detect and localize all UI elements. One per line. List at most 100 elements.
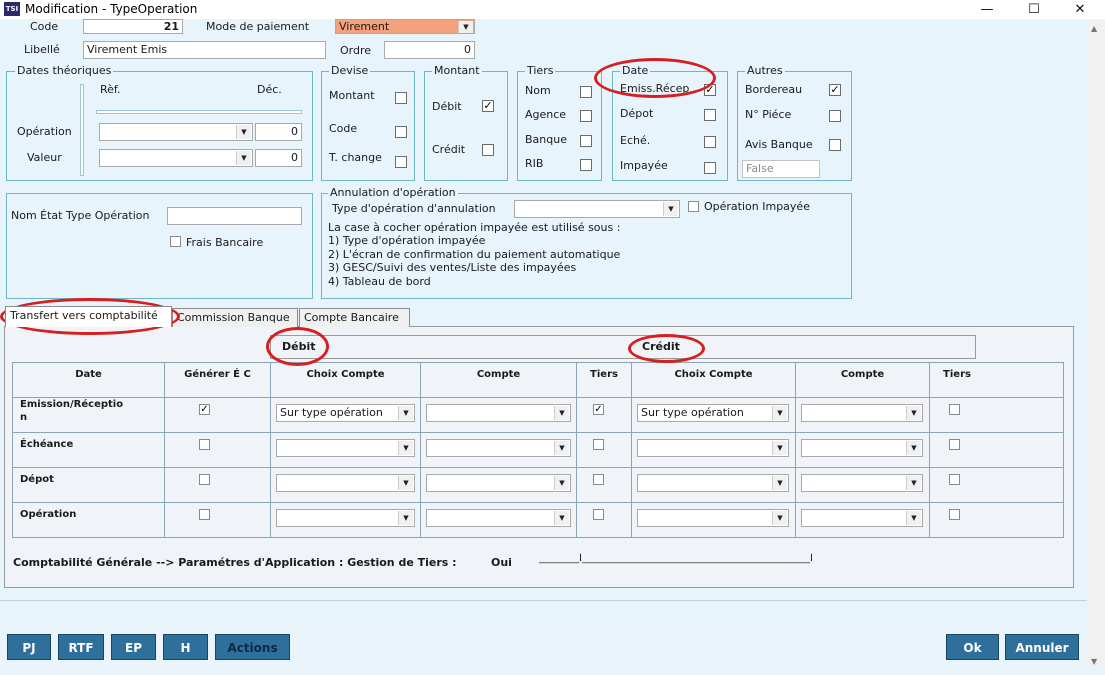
annulation-line-2: 2) L'écran de confirmation du paiement a… — [328, 248, 621, 261]
operation-dec-field[interactable]: 0 — [255, 123, 302, 141]
tab-compte-bancaire[interactable]: Compte Bancaire — [299, 308, 410, 327]
autres-bordereau-checkbox[interactable]: ✓ — [829, 84, 841, 96]
annuler-button[interactable]: Annuler — [1005, 634, 1079, 660]
row-operation-debit-choix-select[interactable]: ▼ — [276, 509, 415, 527]
tiers-agence-checkbox[interactable] — [580, 110, 592, 122]
col-header-debit-tiers: Tiers — [590, 369, 618, 380]
libelle-label: Libellé — [24, 43, 60, 56]
grid-col-line — [929, 362, 930, 538]
scroll-down-icon[interactable]: ▼ — [1091, 657, 1097, 666]
close-button[interactable]: ✕ — [1058, 0, 1102, 19]
chevron-down-icon: ▼ — [554, 511, 569, 525]
vertical-scrollbar[interactable] — [1087, 19, 1105, 667]
date-impayee-checkbox[interactable] — [704, 162, 716, 174]
ok-button[interactable]: Ok — [946, 634, 999, 660]
row-depot-credit-compte-select[interactable]: ▼ — [801, 474, 923, 492]
h-button[interactable]: H — [163, 634, 208, 660]
type-annulation-select[interactable]: ▼ — [514, 200, 680, 218]
row-depot-debit-choix-select[interactable]: ▼ — [276, 474, 415, 492]
date-eche-checkbox[interactable] — [704, 136, 716, 148]
annotation-ring — [266, 327, 329, 366]
chevron-down-icon: ▼ — [554, 476, 569, 490]
row-emission-credit-tiers-checkbox[interactable] — [949, 404, 960, 415]
tiers-rib-checkbox[interactable] — [580, 159, 592, 171]
row-operation-debit-compte-select[interactable]: ▼ — [426, 509, 571, 527]
row-depot-credit-tiers-checkbox[interactable] — [949, 474, 960, 485]
row-operation-credit-compte-select[interactable]: ▼ — [801, 509, 923, 527]
row-echeance-credit-compte-select[interactable]: ▼ — [801, 439, 923, 457]
rtf-button[interactable]: RTF — [58, 634, 104, 660]
tab-transfert-comptabilite[interactable]: Transfert vers comptabilité — [5, 306, 172, 327]
valeur-dec-field[interactable]: 0 — [255, 149, 302, 167]
row-depot-debit-tiers-checkbox[interactable] — [593, 474, 604, 485]
row-emission-debit-tiers-checkbox[interactable]: ✓ — [593, 404, 604, 415]
tab-commission-banque[interactable]: Commission Banque — [172, 308, 298, 327]
actions-button[interactable]: Actions — [215, 634, 290, 660]
row-echeance-debit-choix-select[interactable]: ▼ — [276, 439, 415, 457]
row-echeance-debit-tiers-checkbox[interactable] — [593, 439, 604, 450]
row-emission-debit-compte-select[interactable]: ▼ — [426, 404, 571, 422]
annulation-line-3: 3) GESC/Suivi des ventes/Liste des impay… — [328, 261, 577, 274]
date-depot-checkbox[interactable] — [704, 109, 716, 121]
code-label: Code — [30, 20, 59, 33]
mode-paiement-select[interactable]: Virement ▼ — [335, 19, 475, 34]
autres-npiece-checkbox[interactable] — [829, 110, 841, 122]
col-header-debit-compte: Compte — [476, 369, 521, 380]
chevron-down-icon: ▼ — [398, 406, 413, 420]
grid-col-line — [270, 362, 271, 538]
row-echeance-debit-compte-select[interactable]: ▼ — [426, 439, 571, 457]
tiers-banque-checkbox[interactable] — [580, 135, 592, 147]
gestion-tiers-line-right: ________________________________________… — [605, 553, 813, 564]
libelle-field[interactable]: Virement Emis — [83, 41, 326, 59]
row-depot-debit-compte-select[interactable]: ▼ — [426, 474, 571, 492]
nom-etat-field[interactable] — [167, 207, 302, 225]
ordre-field[interactable]: 0 — [384, 41, 475, 59]
devise-tchange-checkbox[interactable] — [395, 156, 407, 168]
tiers-agence-label: Agence — [525, 108, 567, 121]
montant-credit-checkbox[interactable] — [482, 144, 494, 156]
row-depot-credit-choix-select[interactable]: ▼ — [637, 474, 789, 492]
montant-debit-label: Débit — [432, 100, 462, 113]
scroll-up-icon[interactable]: ▲ — [1091, 24, 1097, 33]
row-depot-generer-checkbox[interactable] — [199, 474, 210, 485]
row-echeance-generer-checkbox[interactable] — [199, 439, 210, 450]
ep-button[interactable]: EP — [111, 634, 156, 660]
chevron-down-icon: ▼ — [663, 202, 678, 216]
row-emission-credit-compte-select[interactable]: ▼ — [801, 404, 923, 422]
row-operation-credit-tiers-checkbox[interactable] — [949, 509, 960, 520]
row-emission-credit-choix-select[interactable]: Sur type opération ▼ — [637, 404, 789, 422]
grid-row-line — [12, 502, 1064, 503]
row-operation-debit-tiers-checkbox[interactable] — [593, 509, 604, 520]
grid-col-line — [164, 362, 165, 538]
row-operation-credit-choix-select[interactable]: ▼ — [637, 509, 789, 527]
tiers-title: Tiers — [525, 64, 556, 77]
row-operation-generer-checkbox[interactable] — [199, 509, 210, 520]
operation-impayee-checkbox[interactable] — [688, 201, 699, 212]
operation-ref-select[interactable]: ▼ — [99, 123, 253, 141]
pj-button[interactable]: PJ — [7, 634, 51, 660]
montant-debit-checkbox[interactable]: ✓ — [482, 100, 494, 112]
minimize-button[interactable]: — — [965, 0, 1009, 19]
row-echeance-credit-tiers-checkbox[interactable] — [949, 439, 960, 450]
devise-montant-checkbox[interactable] — [395, 92, 407, 104]
autres-avis-checkbox[interactable] — [829, 139, 841, 151]
chevron-down-icon: ▼ — [906, 441, 921, 455]
montant-title: Montant — [432, 64, 482, 77]
debit-credit-header — [270, 335, 976, 359]
tiers-nom-checkbox[interactable] — [580, 86, 592, 98]
devise-code-checkbox[interactable] — [395, 126, 407, 138]
grid-row-line — [12, 397, 1064, 398]
tiers-banque-label: Banque — [525, 133, 567, 146]
grid-col-line — [795, 362, 796, 538]
row-emission-generer-checkbox[interactable]: ✓ — [199, 404, 210, 415]
valeur-ref-select[interactable]: ▼ — [99, 149, 253, 167]
row-echeance-credit-choix-select[interactable]: ▼ — [637, 439, 789, 457]
row-emission-debit-choix-select[interactable]: Sur type opération ▼ — [276, 404, 415, 422]
gestion-tiers-value: Oui — [491, 556, 512, 569]
maximize-button[interactable]: ☐ — [1012, 0, 1056, 19]
code-field[interactable]: 21 — [83, 19, 183, 34]
annulation-title: Annulation d'opération — [328, 186, 458, 199]
annulation-line-1: 1) Type d'opération impayée — [328, 234, 486, 247]
nom-etat-label: Nom État Type Opération — [11, 209, 150, 222]
frais-bancaire-checkbox[interactable] — [170, 236, 181, 247]
